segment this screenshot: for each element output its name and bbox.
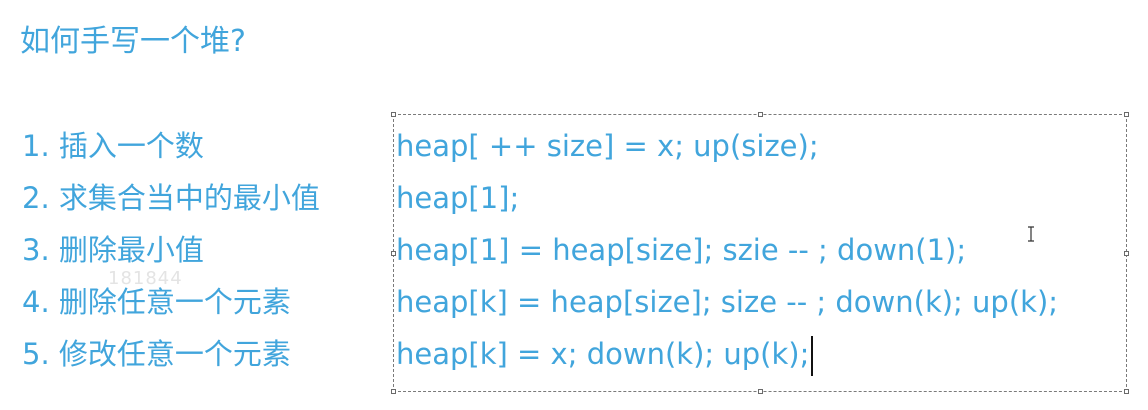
operation-item: 5. 修改任意一个元素	[22, 337, 291, 371]
resize-handle-top-center[interactable]	[758, 112, 763, 117]
code-lines[interactable]: heap[ ++ size] = x; up(size); heap[1]; h…	[396, 120, 1058, 380]
code-line-text[interactable]: heap[k] = x; down(k); up(k);	[396, 337, 809, 371]
code-line[interactable]: heap[1];	[396, 172, 1058, 224]
text-caret	[811, 336, 813, 376]
resize-handle-top-right[interactable]	[1124, 112, 1129, 117]
watermark: 181844	[108, 268, 183, 289]
operation-item: 2. 求集合当中的最小值	[22, 181, 320, 215]
code-line[interactable]: heap[ ++ size] = x; up(size);	[396, 120, 1058, 172]
resize-handle-bottom-left[interactable]	[391, 389, 396, 394]
code-line[interactable]: heap[k] = heap[size]; size -- ; down(k);…	[396, 276, 1058, 328]
code-line-last[interactable]: heap[k] = x; down(k); up(k);	[396, 328, 1058, 380]
resize-handle-middle-right[interactable]	[1124, 251, 1129, 256]
operation-item: 1. 插入一个数	[22, 129, 204, 163]
resize-handle-top-left[interactable]	[391, 112, 396, 117]
operations-list: 1. 插入一个数 2. 求集合当中的最小值 3. 删除最小值 4. 删除任意一个…	[22, 120, 320, 380]
code-line[interactable]: heap[1] = heap[size]; szie -- ; down(1);	[396, 224, 1058, 276]
slide-title: 如何手写一个堆?	[20, 24, 246, 59]
text-cursor-icon	[1028, 226, 1034, 242]
resize-handle-bottom-center[interactable]	[758, 389, 763, 394]
resize-handle-bottom-right[interactable]	[1124, 389, 1129, 394]
